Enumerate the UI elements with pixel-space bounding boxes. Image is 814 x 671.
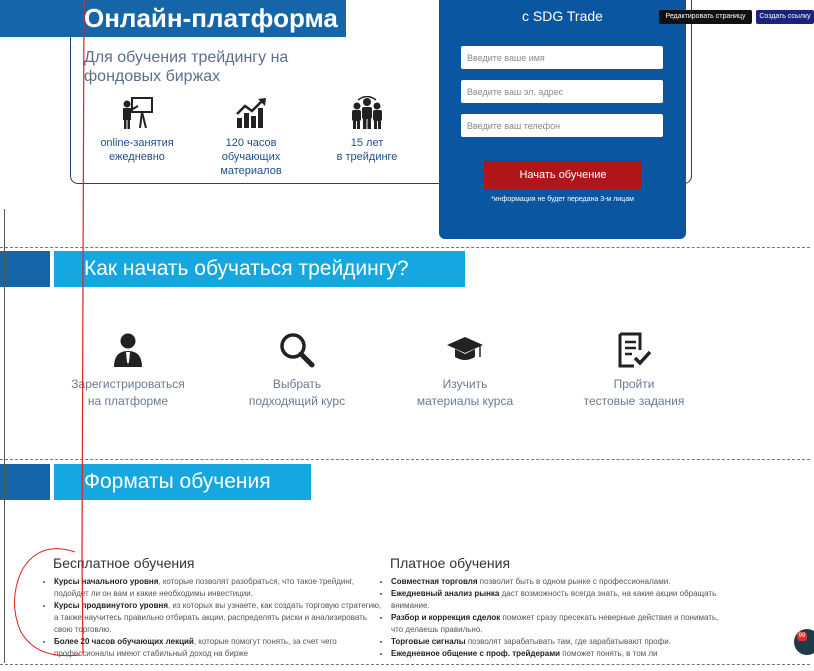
red-annotation xyxy=(14,0,85,657)
chat-badge: 99 xyxy=(797,632,807,641)
